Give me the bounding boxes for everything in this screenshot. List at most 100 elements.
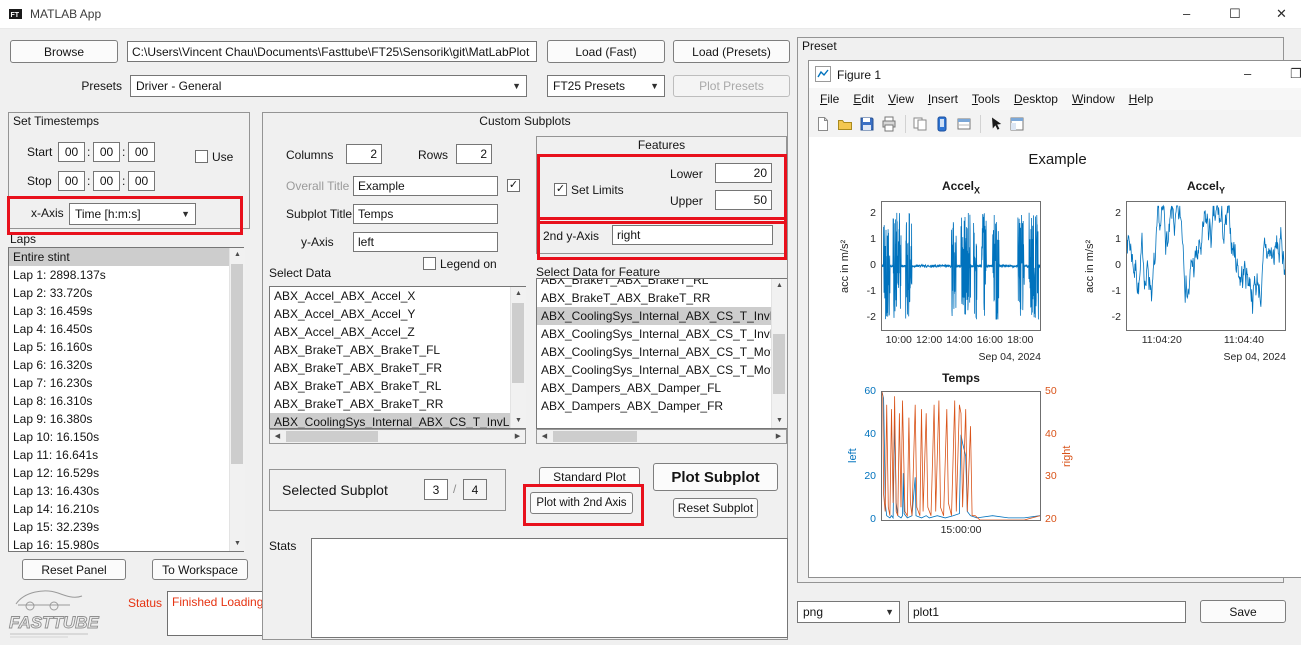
use-checkbox[interactable] (195, 150, 208, 163)
list-item[interactable]: Lap 3: 16.459s (9, 302, 243, 320)
plot-with-2nd-axis-button[interactable]: Plot with 2nd Axis (530, 492, 633, 514)
rows-input[interactable] (456, 144, 492, 164)
scroll-down-icon[interactable]: ▼ (230, 537, 245, 551)
select-data-listbox[interactable]: ABX_Accel_ABX_Accel_XABX_Accel_ABX_Accel… (269, 286, 526, 429)
new-figure-icon[interactable] (813, 115, 833, 133)
menu-item-help[interactable]: Help (1122, 88, 1161, 110)
mobile-icon[interactable] (932, 115, 952, 133)
list-item[interactable]: ABX_Accel_ABX_Accel_Y (270, 305, 525, 323)
list-item[interactable]: Lap 13: 16.430s (9, 482, 243, 500)
scroll-up-icon[interactable]: ▲ (230, 248, 245, 262)
to-workspace-button[interactable]: To Workspace (152, 559, 248, 580)
start-minute-input[interactable] (93, 142, 120, 162)
list-item[interactable]: Lap 5: 16.160s (9, 338, 243, 356)
figure-minimize-button[interactable]: – (1244, 66, 1251, 82)
set-limits-checkbox[interactable]: ✓ (554, 183, 567, 196)
scroll-thumb[interactable] (231, 264, 243, 464)
export-filename-input[interactable] (908, 601, 1186, 623)
list-item[interactable]: Lap 14: 16.210s (9, 500, 243, 518)
list-item[interactable]: Lap 2: 33.720s (9, 284, 243, 302)
list-item[interactable]: ABX_CoolingSys_Internal_ABX_CS_T_InvL (270, 413, 525, 429)
list-item[interactable]: ABX_CoolingSys_Internal_ABX_CS_T_MotL (537, 343, 786, 361)
plot-subplot-button[interactable]: Plot Subplot (653, 463, 778, 491)
list-item[interactable]: ABX_Accel_ABX_Accel_X (270, 287, 525, 305)
second-y-axis-input[interactable] (612, 225, 773, 245)
select-data-hscrollbar[interactable]: ◀ ▶ (269, 429, 526, 444)
stop-second-input[interactable] (128, 171, 155, 191)
list-item[interactable]: Lap 6: 16.320s (9, 356, 243, 374)
menu-item-insert[interactable]: Insert (921, 88, 965, 110)
list-item[interactable]: Lap 12: 16.529s (9, 464, 243, 482)
menu-item-tools[interactable]: Tools (965, 88, 1007, 110)
list-item[interactable]: ABX_CoolingSys_Internal_ABX_CS_T_InvL (537, 307, 786, 325)
save-button[interactable]: Save (1200, 600, 1286, 623)
load-fast-button[interactable]: Load (Fast) (547, 40, 665, 63)
list-item[interactable]: ABX_BrakeT_ABX_BrakeT_FR (270, 359, 525, 377)
maximize-button[interactable]: ☐ (1229, 6, 1241, 22)
list-item[interactable]: ABX_BrakeT_ABX_BrakeT_FL (270, 341, 525, 359)
list-item[interactable]: ABX_BrakeT_ABX_BrakeT_RL (270, 377, 525, 395)
overall-title-input[interactable] (353, 176, 498, 196)
select-data-scrollbar[interactable]: ▲ ▼ (510, 287, 526, 428)
columns-input[interactable] (346, 144, 382, 164)
subplot-title-input[interactable] (353, 204, 498, 224)
list-item[interactable]: Lap 10: 16.150s (9, 428, 243, 446)
start-hour-input[interactable] (58, 142, 85, 162)
list-item[interactable]: ABX_Dampers_ABX_Damper_FR (537, 397, 786, 415)
list-item[interactable]: Lap 15: 32.239s (9, 518, 243, 536)
lower-input[interactable] (715, 163, 772, 183)
list-item[interactable]: Lap 4: 16.450s (9, 320, 243, 338)
close-button[interactable]: ✕ (1276, 6, 1287, 22)
preset-dropdown[interactable]: Driver - General ▼ (130, 75, 527, 97)
stop-hour-input[interactable] (58, 171, 85, 191)
list-item[interactable]: Lap 16: 15.980s (9, 536, 243, 552)
load-presets-button[interactable]: Load (Presets) (673, 40, 790, 63)
scroll-left-icon[interactable]: ◀ (270, 430, 285, 444)
ft25-presets-dropdown[interactable]: FT25 Presets ▼ (547, 75, 665, 97)
scroll-right-icon[interactable]: ▶ (510, 430, 525, 444)
property-inspector-icon[interactable] (1007, 115, 1027, 133)
scroll-thumb[interactable] (773, 334, 785, 394)
list-item[interactable]: ABX_BrakeT_ABX_BrakeT_RL (537, 278, 786, 289)
list-item[interactable]: Lap 8: 16.310s (9, 392, 243, 410)
y-axis-input[interactable] (353, 232, 498, 252)
standard-plot-button[interactable]: Standard Plot (539, 467, 640, 487)
plot-presets-button[interactable]: Plot Presets (673, 75, 790, 97)
pointer-icon[interactable] (985, 115, 1005, 133)
selected-subplot-input[interactable] (424, 479, 448, 500)
figure-maximize-button[interactable]: ❐ (1290, 66, 1301, 82)
start-second-input[interactable] (128, 142, 155, 162)
menu-item-file[interactable]: File (813, 88, 846, 110)
scroll-down-icon[interactable]: ▼ (511, 414, 526, 428)
open-file-icon[interactable] (835, 115, 855, 133)
list-item[interactable]: Lap 9: 16.380s (9, 410, 243, 428)
menu-item-view[interactable]: View (881, 88, 921, 110)
print-figure-icon[interactable] (879, 115, 899, 133)
save-figure-icon[interactable] (857, 115, 877, 133)
reset-subplot-button[interactable]: Reset Subplot (673, 498, 758, 518)
reset-panel-button[interactable]: Reset Panel (22, 559, 126, 580)
stop-minute-input[interactable] (93, 171, 120, 191)
browse-button[interactable]: Browse (10, 40, 118, 63)
upper-input[interactable] (715, 190, 772, 210)
menu-item-desktop[interactable]: Desktop (1007, 88, 1065, 110)
list-item[interactable]: Lap 11: 16.641s (9, 446, 243, 464)
scroll-down-icon[interactable]: ▼ (772, 414, 787, 428)
feature-data-scrollbar[interactable]: ▲ ▼ (771, 279, 787, 428)
menu-item-window[interactable]: Window (1065, 88, 1122, 110)
scroll-left-icon[interactable]: ◀ (537, 430, 552, 444)
list-item[interactable]: ABX_BrakeT_ABX_BrakeT_RR (537, 289, 786, 307)
insert-legend-icon[interactable] (954, 115, 974, 133)
list-item[interactable]: ABX_CoolingSys_Internal_ABX_CS_T_InvR (537, 325, 786, 343)
legend-checkbox[interactable] (423, 257, 436, 270)
minimize-button[interactable]: – (1183, 6, 1190, 22)
list-item[interactable]: ABX_CoolingSys_Internal_ABX_CS_T_MotR (537, 361, 786, 379)
scroll-up-icon[interactable]: ▲ (772, 279, 787, 293)
list-item[interactable]: Lap 1: 2898.137s (9, 266, 243, 284)
feature-data-listbox[interactable]: ABX_BrakeT_ABX_BrakeT_RLABX_BrakeT_ABX_B… (536, 278, 787, 429)
list-item[interactable]: ABX_Accel_ABX_Accel_Z (270, 323, 525, 341)
overall-title-checkbox[interactable]: ✓ (507, 179, 520, 192)
laps-scrollbar[interactable]: ▲ ▼ (229, 248, 245, 551)
list-item[interactable]: ABX_Dampers_ABX_Damper_FL (537, 379, 786, 397)
scroll-thumb[interactable] (553, 431, 637, 442)
